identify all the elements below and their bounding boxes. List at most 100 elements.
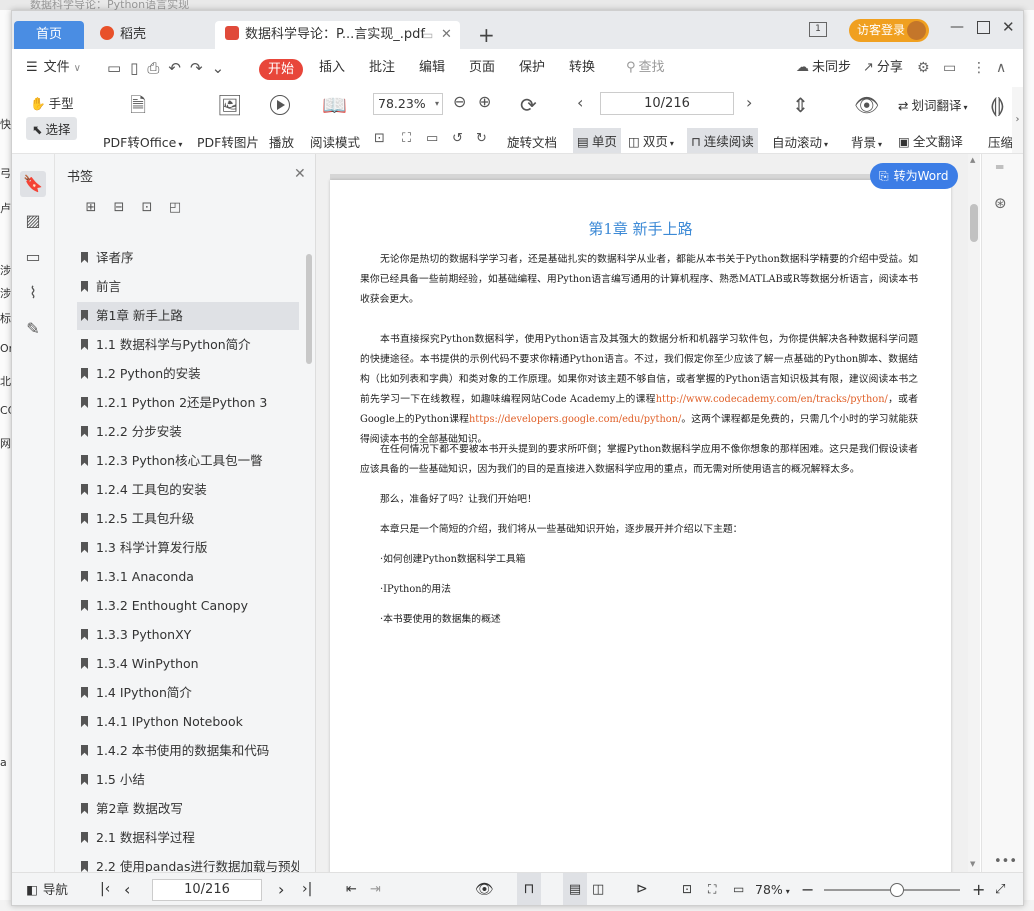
navigation-button[interactable]: ◧ 导航 — [26, 873, 68, 905]
prev-page-icon[interactable]: ‹ — [124, 873, 130, 905]
bookmark-item[interactable]: 1.4.2 本书使用的数据集和代码 — [77, 737, 299, 765]
pdf-to-image-button[interactable]: PDF转图片 — [197, 132, 259, 151]
menu-page[interactable]: 页面 — [469, 49, 495, 87]
select-tool-button[interactable]: ⬉ 选择 — [26, 117, 77, 140]
zoom-slider-knob[interactable] — [890, 883, 905, 897]
forward-icon[interactable]: ⇥ — [370, 873, 381, 905]
zoom-out-icon[interactable]: ⊖ — [453, 94, 466, 110]
tab-preview-icon[interactable]: ▭ — [422, 21, 433, 49]
rotate-right-icon[interactable]: ↻ — [476, 131, 487, 147]
bookmark-item[interactable]: 1.4 IPython简介 — [77, 679, 299, 707]
bookmark-item[interactable]: 1.3 科学计算发行版 — [77, 534, 299, 562]
menu-start[interactable]: 开始 — [259, 59, 303, 80]
eye-protect-icon[interactable]: 👁 — [475, 873, 494, 905]
menu-convert[interactable]: 转换 — [569, 49, 595, 87]
prev-page-icon[interactable]: ‹ — [577, 95, 583, 111]
tab-close-icon[interactable]: ✕ — [441, 21, 452, 49]
search-text-icon[interactable]: ⊛ — [994, 194, 1007, 212]
tab-home[interactable]: 首页 — [14, 21, 84, 49]
bookmark-item[interactable]: 前言 — [77, 273, 299, 301]
menu-protect[interactable]: 保护 — [519, 49, 545, 87]
codecademy-link[interactable]: http://www.codecademy.com/en/tracks/pyth… — [656, 394, 888, 405]
more-icon[interactable]: ⋮ — [972, 49, 986, 87]
bookmark-item[interactable]: 1.2.1 Python 2还是Python 3 — [77, 389, 299, 417]
more-options-icon[interactable]: ••• — [994, 854, 1017, 869]
page-count-icon[interactable]: 1 — [809, 22, 827, 37]
file-menu[interactable]: ☰ 文件 ∨ — [26, 49, 81, 87]
maximize-icon[interactable] — [977, 21, 990, 34]
ribbon-scroll-right-icon[interactable]: › — [1012, 87, 1023, 153]
sync-status[interactable]: ☁ 未同步 — [796, 49, 851, 87]
settings-icon[interactable]: ⚙ — [917, 49, 930, 87]
bookmark-item[interactable]: 1.2 Python的安装 — [77, 360, 299, 388]
google-python-link[interactable]: https://developers.google.com/edu/python… — [469, 414, 681, 425]
compress-button[interactable]: 压缩 — [988, 132, 1013, 151]
hand-tool-button[interactable]: ✋ 手型 — [30, 93, 74, 112]
zoom-select[interactable]: 78.23% ▾ — [373, 93, 443, 115]
share-button[interactable]: ↗ 分享 — [863, 49, 903, 87]
bookmark-icon[interactable]: 🔖 — [20, 171, 46, 197]
page-number-input[interactable]: 10/216 — [600, 92, 734, 115]
right-rail-menu-icon[interactable]: ═ — [996, 160, 1003, 174]
auto-scroll-button[interactable]: 自动滚动 ▾ — [772, 132, 828, 151]
first-page-icon[interactable]: |‹ — [100, 873, 110, 905]
menu-annotate[interactable]: 批注 — [369, 49, 395, 87]
bookmark-item[interactable]: 1.5 小结 — [77, 766, 299, 794]
read-mode-button[interactable]: 阅读模式 — [310, 132, 360, 151]
collapse-ribbon-icon[interactable]: ∧ — [996, 49, 1006, 87]
full-translate-button[interactable]: ▣ 全文翻译 — [898, 131, 963, 150]
bookmark-item[interactable]: 1.3.1 Anaconda — [77, 563, 299, 591]
menu-edit[interactable]: 编辑 — [419, 49, 445, 87]
bookmark-item[interactable]: 1.2.5 工具包升级 — [77, 505, 299, 533]
next-page-icon[interactable]: › — [746, 95, 752, 111]
bookmark-item[interactable]: 1.2.4 工具包的安装 — [77, 476, 299, 504]
bookmark-item[interactable]: 译者序 — [77, 244, 299, 272]
back-icon[interactable]: ⇤ — [346, 873, 357, 905]
thumbnail-icon[interactable]: ▨ — [20, 208, 46, 234]
background-button[interactable]: 背景 ▾ — [851, 132, 882, 151]
zoom-slider[interactable] — [824, 883, 960, 897]
next-page-icon[interactable]: › — [278, 873, 284, 905]
new-tab-button[interactable]: + — [478, 21, 498, 49]
bookmark-item[interactable]: 1.1 数据科学与Python简介 — [77, 331, 299, 359]
tab-document[interactable]: 数据科学导论：P...言实现_.pdf ▭ ✕ — [215, 21, 460, 49]
guest-login-button[interactable]: 访客登录 — [849, 19, 929, 42]
minimize-icon[interactable]: — — [950, 19, 964, 35]
convert-to-word-button[interactable]: ⎘ 转为Word — [870, 163, 958, 189]
bookmark-item[interactable]: 1.2.3 Python核心工具包一瞥 — [77, 447, 299, 475]
fit-width-icon[interactable]: ▭ — [733, 873, 744, 905]
menu-insert[interactable]: 插入 — [319, 49, 345, 87]
bookmark-item[interactable]: 1.3.4 WinPython — [77, 650, 299, 678]
rotate-document-button[interactable]: 旋转文档 — [507, 132, 557, 151]
comment-icon[interactable]: ▭ — [943, 49, 956, 87]
document-scrollbar[interactable]: ▲ ▼ — [968, 154, 980, 872]
fullscreen-icon[interactable]: ⤢ — [995, 873, 1005, 905]
signature-icon[interactable]: ✎ — [20, 316, 46, 342]
fit-page-icon[interactable]: ⛶ — [402, 131, 411, 147]
double-page-button[interactable]: ◫ 双页 ▾ — [628, 131, 674, 150]
play-icon[interactable]: ⊳ — [636, 873, 648, 905]
bookmark-item[interactable]: 1.2.2 分步安装 — [77, 418, 299, 446]
last-page-icon[interactable]: ›| — [302, 873, 312, 905]
bookmark-item[interactable]: 1.3.3 PythonXY — [77, 621, 299, 649]
rotate-left-icon[interactable]: ↺ — [452, 131, 463, 147]
pdf-to-office-button[interactable]: PDF转Office ▾ — [103, 132, 182, 151]
status-page-input[interactable]: 10/216 — [152, 879, 262, 901]
play-button[interactable]: 播放 — [269, 132, 294, 151]
bookmark-item[interactable]: 2.1 数据科学过程 — [77, 824, 299, 852]
bookmark-item[interactable]: 1.4.1 IPython Notebook — [77, 708, 299, 736]
zoom-in-icon[interactable]: ⊕ — [478, 94, 491, 110]
single-page-mode-icon[interactable]: ▤ — [563, 873, 587, 905]
bookmark-item[interactable]: 第2章 数据改写 — [77, 795, 299, 823]
quick-access-icons[interactable]: ▭▯⎙↶↷⌄ — [107, 49, 233, 87]
bookmark-item[interactable]: 第1章 新手上路 — [77, 302, 299, 330]
continuous-mode-icon[interactable]: ⊓ — [517, 873, 541, 905]
scroll-down-icon[interactable]: ▼ — [970, 860, 975, 868]
scrollbar-thumb[interactable] — [970, 204, 978, 242]
fit-width-icon[interactable]: ▭ — [426, 131, 438, 147]
bookmark-item[interactable]: 1.3.2 Enthought Canopy — [77, 592, 299, 620]
comment-icon[interactable]: ▭ — [20, 244, 46, 270]
actual-size-icon[interactable]: ⊡ — [682, 873, 692, 905]
scroll-up-icon[interactable]: ▲ — [970, 156, 975, 164]
zoom-level-select[interactable]: 78% ▾ — [755, 873, 790, 905]
